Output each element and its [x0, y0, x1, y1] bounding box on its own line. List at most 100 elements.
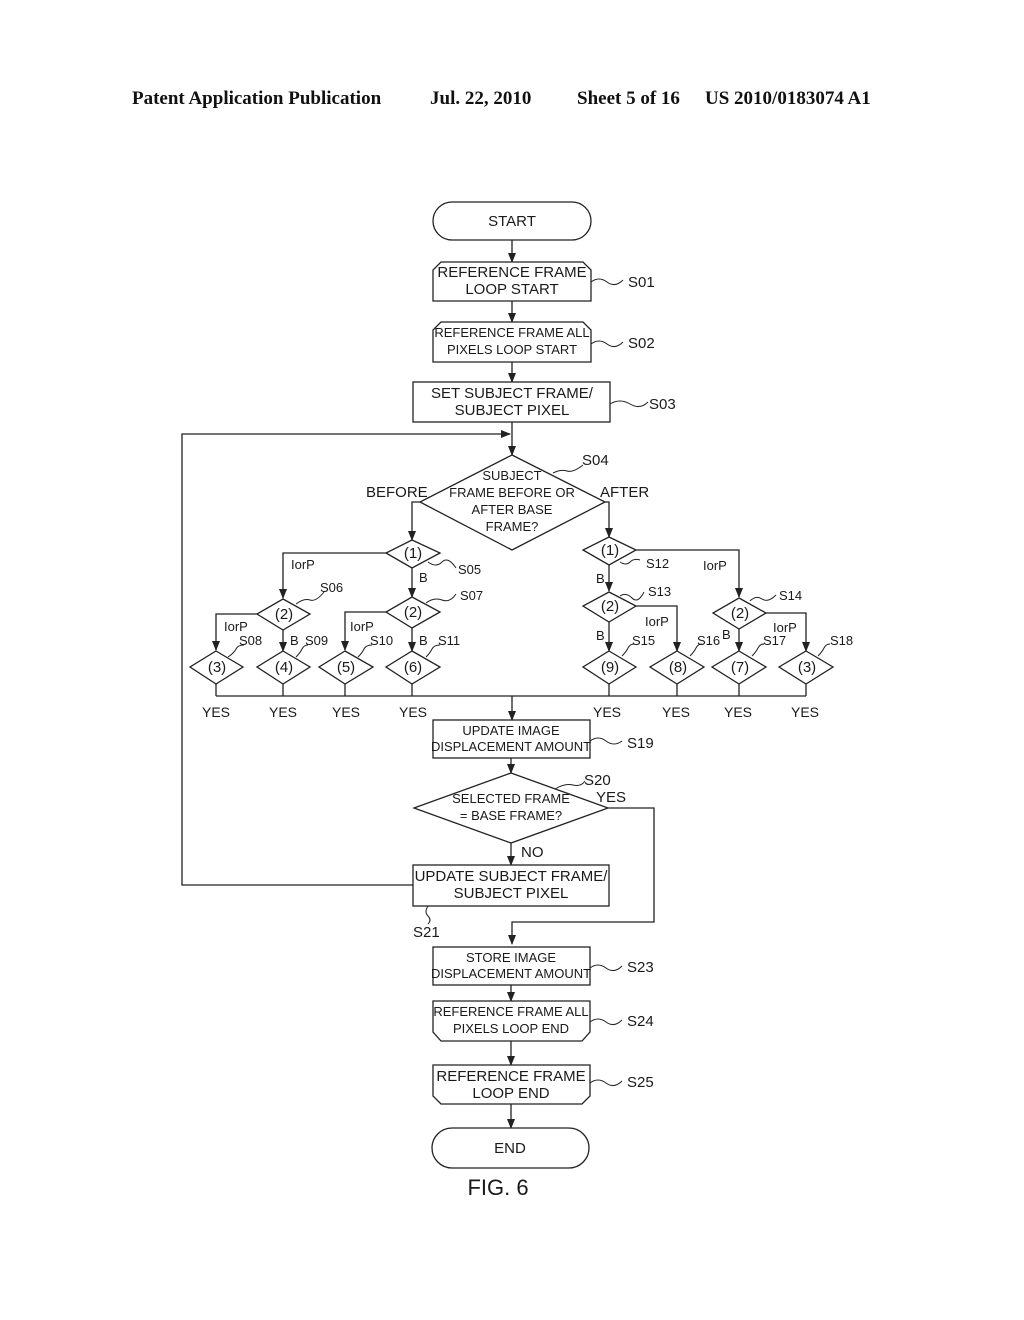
- svg-text:S09: S09: [305, 633, 328, 648]
- svg-text:S14: S14: [779, 588, 802, 603]
- svg-text:DISPLACEMENT AMOUNT: DISPLACEMENT AMOUNT: [431, 966, 591, 981]
- svg-text:SUBJECT PIXEL: SUBJECT PIXEL: [455, 402, 570, 419]
- label-iorp: IorP: [224, 619, 248, 634]
- svg-text:S25: S25: [627, 1074, 654, 1091]
- edge-before: [408, 501, 420, 541]
- svg-text:S02: S02: [628, 335, 655, 352]
- label-b: B: [419, 570, 428, 585]
- s16-decision: (8) S16: [648, 633, 720, 685]
- s18-decision: (3) S18: [777, 633, 853, 685]
- svg-text:UPDATE IMAGE: UPDATE IMAGE: [462, 723, 560, 738]
- label-yes: YES: [332, 704, 360, 720]
- svg-text:REFERENCE FRAME: REFERENCE FRAME: [437, 264, 586, 281]
- svg-text:S05: S05: [458, 562, 481, 577]
- svg-text:AFTER: AFTER: [600, 484, 649, 501]
- label-b: B: [290, 633, 299, 648]
- svg-text:S03: S03: [649, 396, 676, 413]
- svg-text:(6): (6): [404, 659, 422, 676]
- svg-text:(4): (4): [275, 659, 293, 676]
- svg-text:BEFORE: BEFORE: [366, 484, 428, 501]
- svg-text:(2): (2): [404, 604, 422, 621]
- svg-text:S07: S07: [460, 588, 483, 603]
- svg-text:YES: YES: [596, 789, 626, 806]
- svg-text:S17: S17: [763, 633, 786, 648]
- svg-text:S23: S23: [627, 959, 654, 976]
- figure-label: FIG. 6: [467, 1175, 528, 1200]
- s19-update-displacement: UPDATE IMAGE DISPLACEMENT AMOUNT S19: [431, 719, 654, 759]
- svg-text:START: START: [488, 213, 536, 230]
- svg-text:(1): (1): [404, 545, 422, 562]
- s01-loop-start: REFERENCE FRAME LOOP START S01: [432, 261, 655, 302]
- s15-decision: (9) S15: [581, 633, 655, 685]
- svg-text:S12: S12: [646, 556, 669, 571]
- svg-text:S08: S08: [239, 633, 262, 648]
- svg-text:SUBJECT: SUBJECT: [482, 468, 541, 483]
- svg-text:(3): (3): [208, 659, 226, 676]
- start-terminal: START: [432, 201, 592, 241]
- svg-text:DISPLACEMENT AMOUNT: DISPLACEMENT AMOUNT: [431, 739, 591, 754]
- s05-decision: (1) S05: [384, 539, 481, 577]
- s25-frame-loop-end: REFERENCE FRAME LOOP END S25: [432, 1064, 654, 1105]
- svg-text:(3): (3): [798, 659, 816, 676]
- flowchart: START REFERENCE FRAME LOOP START S01 REF…: [181, 201, 853, 1200]
- s12-decision: (1) S12: [581, 536, 669, 571]
- yes-merge-bus: [215, 684, 807, 697]
- svg-text:S04: S04: [582, 452, 609, 469]
- label-b: B: [596, 628, 605, 643]
- label-iorp: IorP: [350, 619, 374, 634]
- s20-decision: SELECTED FRAME = BASE FRAME? S20 YES NO: [412, 772, 626, 861]
- label-yes: YES: [791, 704, 819, 720]
- s08-decision: (3) S08: [188, 633, 262, 685]
- s06-decision: (2) S06: [255, 580, 343, 631]
- svg-text:(2): (2): [731, 605, 749, 622]
- svg-text:FRAME BEFORE OR: FRAME BEFORE OR: [449, 485, 575, 500]
- svg-text:S21: S21: [413, 924, 440, 941]
- label-iorp: IorP: [703, 558, 727, 573]
- svg-text:S01: S01: [628, 274, 655, 291]
- label-b: B: [722, 627, 731, 642]
- end-terminal: END: [431, 1127, 590, 1169]
- label-iorp: IorP: [645, 614, 669, 629]
- svg-text:(8): (8): [669, 659, 687, 676]
- label-yes: YES: [662, 704, 690, 720]
- svg-text:(7): (7): [731, 659, 749, 676]
- s03-set-subject: SET SUBJECT FRAME/ SUBJECT PIXEL S03: [412, 381, 676, 423]
- label-yes: YES: [724, 704, 752, 720]
- svg-text:SET SUBJECT FRAME/: SET SUBJECT FRAME/: [431, 385, 594, 402]
- svg-text:S15: S15: [632, 633, 655, 648]
- svg-text:SELECTED FRAME: SELECTED FRAME: [452, 791, 570, 806]
- s23-store-displacement: STORE IMAGE DISPLACEMENT AMOUNT S23: [431, 946, 654, 986]
- svg-text:LOOP START: LOOP START: [465, 281, 558, 298]
- svg-text:(9): (9): [601, 659, 619, 676]
- s24-pixel-loop-end: REFERENCE FRAME ALL PIXELS LOOP END S24: [432, 1000, 654, 1042]
- svg-text:= BASE FRAME?: = BASE FRAME?: [460, 808, 562, 823]
- svg-text:LOOP END: LOOP END: [472, 1085, 549, 1102]
- svg-text:NO: NO: [521, 844, 544, 861]
- s02-pixel-loop-start: REFERENCE FRAME ALL PIXELS LOOP START S0…: [432, 321, 655, 363]
- label-yes: YES: [593, 704, 621, 720]
- yes-labels: YES YES YES YES YES YES YES YES: [202, 704, 819, 720]
- svg-text:STORE IMAGE: STORE IMAGE: [466, 950, 556, 965]
- svg-text:REFERENCE FRAME ALL: REFERENCE FRAME ALL: [434, 325, 589, 340]
- label-yes: YES: [399, 704, 427, 720]
- svg-text:S18: S18: [830, 633, 853, 648]
- svg-text:S06: S06: [320, 580, 343, 595]
- svg-text:SUBJECT PIXEL: SUBJECT PIXEL: [454, 885, 569, 902]
- svg-text:PIXELS LOOP END: PIXELS LOOP END: [453, 1021, 569, 1036]
- svg-text:S24: S24: [627, 1013, 654, 1030]
- label-yes: YES: [269, 704, 297, 720]
- s10-decision: (5) S10: [317, 633, 393, 685]
- svg-text:END: END: [494, 1140, 526, 1157]
- s04-decision: SUBJECT FRAME BEFORE OR AFTER BASE FRAME…: [366, 452, 649, 551]
- svg-text:(2): (2): [275, 606, 293, 623]
- svg-text:AFTER BASE: AFTER BASE: [472, 502, 553, 517]
- svg-text:(5): (5): [337, 659, 355, 676]
- s07-decision: (2) S07: [384, 588, 483, 629]
- svg-text:S10: S10: [370, 633, 393, 648]
- svg-text:(2): (2): [601, 598, 619, 615]
- svg-text:S16: S16: [697, 633, 720, 648]
- label-b: B: [419, 633, 428, 648]
- label-iorp: IorP: [291, 557, 315, 572]
- edge-after: [605, 501, 613, 538]
- svg-text:PIXELS LOOP START: PIXELS LOOP START: [447, 342, 577, 357]
